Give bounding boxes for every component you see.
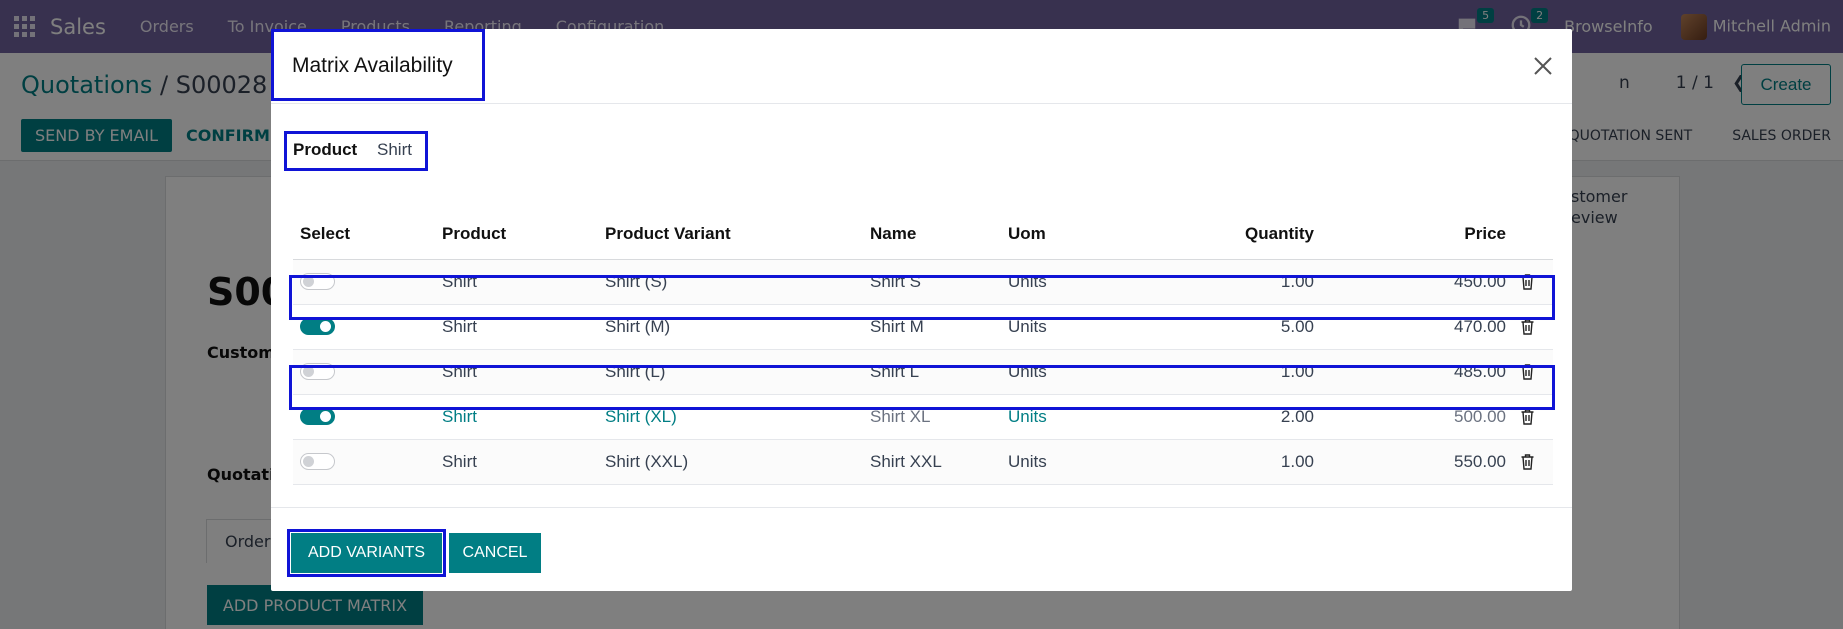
column-header-quantity[interactable]: Quantity — [1131, 209, 1321, 260]
highlight-box-title — [271, 29, 485, 101]
column-header-actions — [1513, 209, 1553, 260]
select-toggle[interactable] — [300, 318, 335, 335]
product-field-label: Product — [293, 140, 358, 159]
name-cell: Shirt XXL — [863, 439, 1001, 485]
select-toggle[interactable] — [300, 453, 335, 470]
table-row[interactable]: Shirt Shirt (XXL) Shirt XXL Units 1.00 5… — [293, 439, 1553, 485]
product-cell: Shirt — [435, 439, 598, 485]
product-field-value: Shirt — [377, 140, 412, 159]
close-icon[interactable] — [1531, 54, 1555, 78]
highlight-box-row-xl — [289, 365, 1555, 410]
highlight-box-add-variants — [287, 529, 446, 577]
modal-footer: ADD VARIANTS CANCEL — [271, 507, 1572, 591]
column-header-name[interactable]: Name — [863, 209, 1001, 260]
column-header-price[interactable]: Price — [1321, 209, 1513, 260]
column-header-uom[interactable]: Uom — [1001, 209, 1131, 260]
column-header-select: Select — [293, 209, 435, 260]
uom-cell: Units — [1001, 439, 1131, 485]
matrix-availability-dialog: Matrix Availability Product Shirt Select… — [271, 29, 1572, 591]
select-toggle[interactable] — [300, 408, 335, 425]
modal-header: Matrix Availability — [271, 29, 1572, 104]
cancel-button[interactable]: CANCEL — [449, 533, 541, 573]
column-header-product[interactable]: Product — [435, 209, 598, 260]
delete-cell — [1513, 439, 1553, 485]
column-header-variant[interactable]: Product Variant — [598, 209, 863, 260]
trash-icon[interactable] — [1520, 318, 1546, 335]
quantity-cell[interactable]: 1.00 — [1131, 439, 1321, 485]
variant-cell: Shirt (XXL) — [598, 439, 863, 485]
variants-table: Select Product Product Variant Name Uom … — [293, 209, 1553, 485]
table-header-row: Select Product Product Variant Name Uom … — [293, 209, 1553, 260]
trash-icon[interactable] — [1520, 453, 1546, 470]
select-cell — [293, 439, 435, 485]
trash-icon[interactable] — [1520, 408, 1546, 425]
highlight-box-row-m — [289, 275, 1555, 320]
price-cell[interactable]: 550.00 — [1321, 439, 1513, 485]
